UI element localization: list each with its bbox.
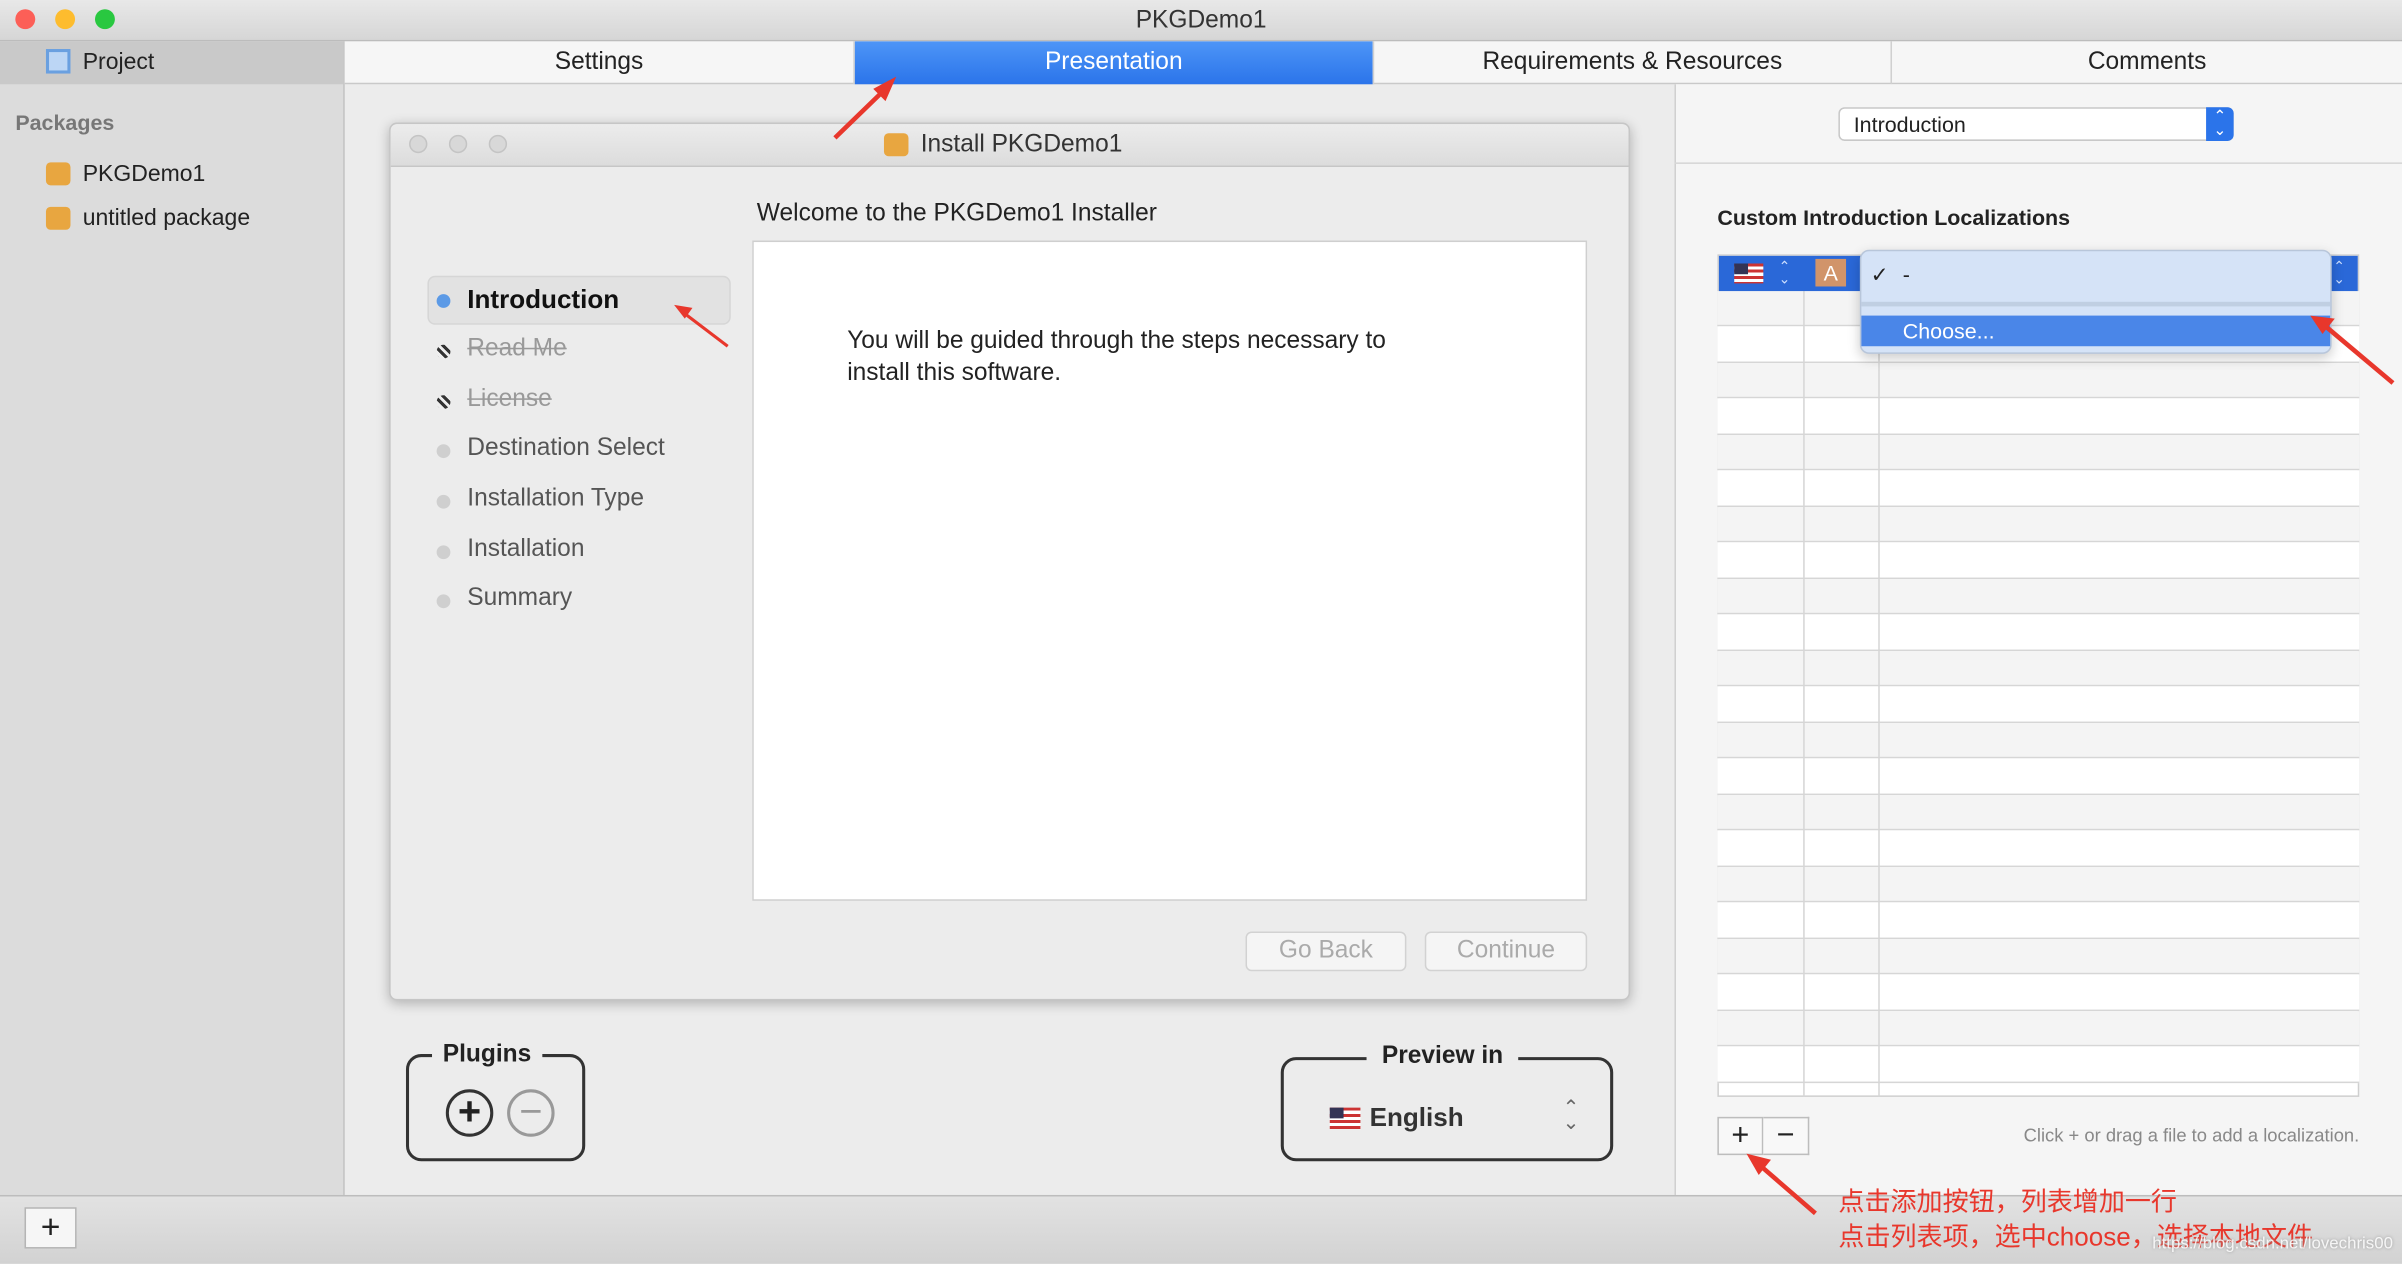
arrow-to-presentation-tab [833, 87, 888, 140]
annotation-arrows [674, 76, 2395, 1216]
arrow-to-add-button [1757, 1162, 1817, 1216]
arrow-to-introduction [682, 311, 729, 348]
arrow-to-choose [2324, 324, 2395, 385]
